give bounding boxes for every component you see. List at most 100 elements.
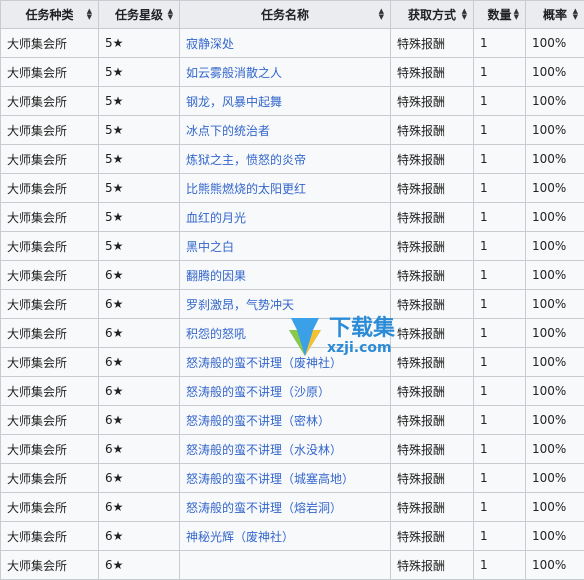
- sort-icon[interactable]: ▲▼: [573, 8, 578, 20]
- column-header-quest-name[interactable]: 任务名称▲▼: [180, 1, 391, 29]
- cell-quest-type: 大师集会所: [1, 464, 99, 493]
- cell-quest-type: 大师集会所: [1, 145, 99, 174]
- quest-link[interactable]: 如云雾般消散之人: [186, 66, 282, 80]
- cell-obtain-method: 特殊报酬: [391, 493, 474, 522]
- table-row: 大师集会所5★寂静深处特殊报酬1100%: [1, 29, 584, 58]
- cell-probability: 100%: [526, 319, 584, 348]
- cell-quest-type: 大师集会所: [1, 493, 99, 522]
- cell-obtain-method: 特殊报酬: [391, 522, 474, 551]
- cell-quest-name: 冰点下的统治者: [180, 116, 391, 145]
- table-row: 大师集会所6★积怨的怒吼特殊报酬1100%: [1, 319, 584, 348]
- table-row: 大师集会所6★怒涛般的蛮不讲理（密林）特殊报酬1100%: [1, 406, 584, 435]
- quest-link[interactable]: 比熊熊燃烧的太阳更红: [186, 182, 306, 196]
- cell-quest-name: 怒涛般的蛮不讲理（密林）: [180, 406, 391, 435]
- cell-quantity: 1: [474, 145, 526, 174]
- quest-link[interactable]: 翻腾的因果: [186, 269, 246, 283]
- table-row: 大师集会所5★如云雾般消散之人特殊报酬1100%: [1, 58, 584, 87]
- cell-quest-rank: 6★: [99, 493, 180, 522]
- cell-probability: 100%: [526, 261, 584, 290]
- quest-link[interactable]: 钢龙，风暴中起舞: [186, 95, 282, 109]
- cell-quest-rank: 5★: [99, 203, 180, 232]
- cell-probability: 100%: [526, 29, 584, 58]
- cell-quantity: 1: [474, 261, 526, 290]
- sort-icon[interactable]: ▲▼: [87, 8, 92, 20]
- table-row: 大师集会所6★神秘光辉（废神社）特殊报酬1100%: [1, 522, 584, 551]
- sort-icon[interactable]: ▲▼: [379, 8, 384, 20]
- cell-obtain-method: 特殊报酬: [391, 377, 474, 406]
- quest-link[interactable]: 罗刹激昂，气势冲天: [186, 298, 294, 312]
- cell-obtain-method: 特殊报酬: [391, 319, 474, 348]
- cell-probability: 100%: [526, 551, 584, 580]
- quest-link[interactable]: 怒涛般的蛮不讲理（熔岩洞）: [186, 501, 342, 515]
- cell-quest-name: 积怨的怒吼: [180, 319, 391, 348]
- quest-link[interactable]: 怒涛般的蛮不讲理（沙原）: [186, 385, 330, 399]
- cell-quest-type: 大师集会所: [1, 58, 99, 87]
- table-body: 大师集会所5★寂静深处特殊报酬1100%大师集会所5★如云雾般消散之人特殊报酬1…: [1, 29, 584, 580]
- cell-quest-type: 大师集会所: [1, 87, 99, 116]
- cell-quantity: 1: [474, 203, 526, 232]
- table-row: 大师集会所5★冰点下的统治者特殊报酬1100%: [1, 116, 584, 145]
- quest-link[interactable]: 积怨的怒吼: [186, 327, 246, 341]
- quest-link[interactable]: 怒涛般的蛮不讲理（城塞高地）: [186, 472, 354, 486]
- table-row: 大师集会所6★怒涛般的蛮不讲理（熔岩洞）特殊报酬1100%: [1, 493, 584, 522]
- table-row: 大师集会所5★钢龙，风暴中起舞特殊报酬1100%: [1, 87, 584, 116]
- cell-quest-type: 大师集会所: [1, 261, 99, 290]
- table-row: 大师集会所6★怒涛般的蛮不讲理（废神社）特殊报酬1100%: [1, 348, 584, 377]
- cell-probability: 100%: [526, 116, 584, 145]
- cell-quest-name: 钢龙，风暴中起舞: [180, 87, 391, 116]
- cell-probability: 100%: [526, 522, 584, 551]
- cell-quest-rank: 5★: [99, 116, 180, 145]
- cell-quantity: 1: [474, 377, 526, 406]
- quest-link[interactable]: 神秘光辉（废神社）: [186, 530, 294, 544]
- column-header-obtain-method[interactable]: 获取方式▲▼: [391, 1, 474, 29]
- quest-link[interactable]: 怒涛般的蛮不讲理（水没林）: [186, 443, 342, 457]
- cell-quest-type: 大师集会所: [1, 406, 99, 435]
- column-header-quest-type[interactable]: 任务种类 ▲▼: [1, 1, 99, 29]
- sort-icon[interactable]: ▲▼: [462, 8, 467, 20]
- cell-quest-type: 大师集会所: [1, 232, 99, 261]
- quest-link[interactable]: 炼狱之主，愤怒的炎帝: [186, 153, 306, 167]
- cell-quest-rank: 6★: [99, 290, 180, 319]
- table-row: 大师集会所5★血红的月光特殊报酬1100%: [1, 203, 584, 232]
- cell-quantity: 1: [474, 232, 526, 261]
- quest-link[interactable]: 冰点下的统治者: [186, 124, 270, 138]
- cell-quest-rank: 6★: [99, 319, 180, 348]
- sort-icon[interactable]: ▲▼: [514, 8, 519, 20]
- table-header-row: 任务种类▲▼ 任务星级▲▼ 任务名称▲▼ 获取方式▲▼ 数量▲▼ 概率▲▼: [1, 1, 584, 29]
- quest-link[interactable]: 怒涛般的蛮不讲理（废神社）: [186, 356, 342, 370]
- cell-quest-name: 怒涛般的蛮不讲理（废神社）: [180, 348, 391, 377]
- sort-icon[interactable]: ▲▼: [168, 8, 173, 20]
- column-header-quantity[interactable]: 数量▲▼: [474, 1, 526, 29]
- column-header-probability[interactable]: 概率 ▲▼: [526, 1, 584, 29]
- cell-probability: 100%: [526, 290, 584, 319]
- quest-link[interactable]: 怒涛般的蛮不讲理（密林）: [186, 414, 330, 428]
- cell-quest-rank: 5★: [99, 58, 180, 87]
- cell-quest-name: 怒涛般的蛮不讲理（熔岩洞）: [180, 493, 391, 522]
- cell-probability: 100%: [526, 232, 584, 261]
- cell-quest-name: 比熊熊燃烧的太阳更红: [180, 174, 391, 203]
- header-label: 概率: [543, 8, 567, 22]
- cell-quest-name: 怒涛般的蛮不讲理（沙原）: [180, 377, 391, 406]
- cell-quest-rank: 6★: [99, 464, 180, 493]
- cell-quest-type: 大师集会所: [1, 435, 99, 464]
- cell-quest-rank: 6★: [99, 522, 180, 551]
- column-header-quest-rank[interactable]: 任务星级 ▲▼: [99, 1, 180, 29]
- cell-quantity: 1: [474, 464, 526, 493]
- cell-quantity: 1: [474, 58, 526, 87]
- header-label: 任务种类: [25, 8, 73, 22]
- cell-quest-rank: 6★: [99, 551, 180, 580]
- cell-quest-name: 寂静深处: [180, 29, 391, 58]
- cell-probability: 100%: [526, 493, 584, 522]
- header-label: 任务星级: [115, 8, 163, 22]
- quest-link[interactable]: 寂静深处: [186, 37, 234, 51]
- cell-quest-rank: 5★: [99, 174, 180, 203]
- cell-quest-type: 大师集会所: [1, 116, 99, 145]
- cell-quest-name: 血红的月光: [180, 203, 391, 232]
- quest-link[interactable]: 血红的月光: [186, 211, 246, 225]
- cell-obtain-method: 特殊报酬: [391, 87, 474, 116]
- header-label: 数量: [487, 8, 511, 22]
- table-row: 大师集会所5★炼狱之主，愤怒的炎帝特殊报酬1100%: [1, 145, 584, 174]
- cell-probability: 100%: [526, 145, 584, 174]
- quest-link[interactable]: 黑中之白: [186, 240, 234, 254]
- cell-quest-type: 大师集会所: [1, 319, 99, 348]
